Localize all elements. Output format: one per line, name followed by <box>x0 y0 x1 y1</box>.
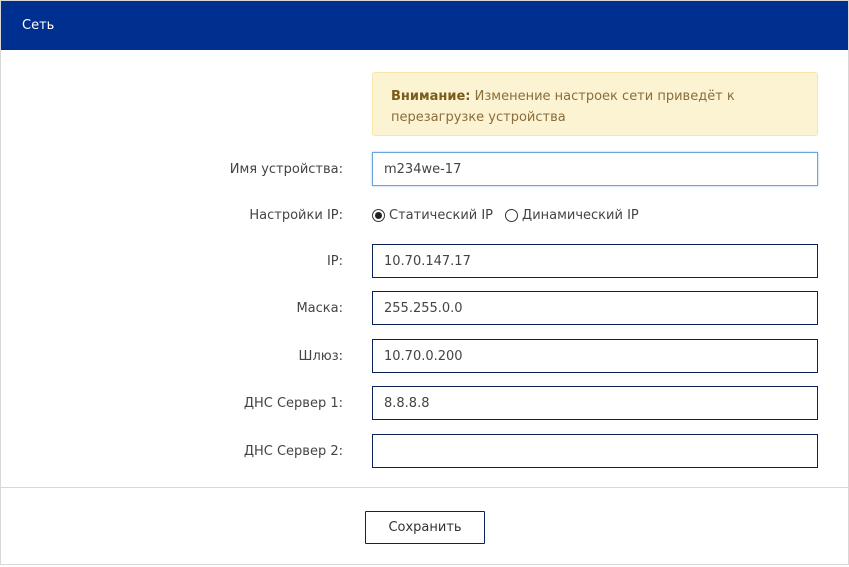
radio-unchecked-icon[interactable] <box>505 208 519 222</box>
device-name-input[interactable] <box>372 152 818 186</box>
mask-input[interactable] <box>372 291 818 325</box>
radio-static-ip-label[interactable]: Статический IP <box>389 208 493 223</box>
radio-dynamic-ip-label[interactable]: Динамический IP <box>522 208 639 223</box>
ip-row: IP: <box>1 244 849 278</box>
gateway-input[interactable] <box>372 339 818 373</box>
dns2-row: ДНС Сервер 2: <box>1 434 849 468</box>
network-settings-panel: Сеть Внимание: Изменение настроек сети п… <box>0 0 849 565</box>
warning-alert: Внимание: Изменение настроек сети привед… <box>372 72 818 136</box>
radio-dynamic-ip[interactable]: Динамический IP <box>505 208 639 223</box>
device-name-row: Имя устройства: <box>1 152 849 186</box>
device-name-label: Имя устройства: <box>229 161 343 177</box>
save-button[interactable]: Сохранить <box>365 511 485 544</box>
dns1-input[interactable] <box>372 386 818 420</box>
footer-divider <box>1 487 848 488</box>
dns2-label: ДНС Сервер 2: <box>243 443 343 459</box>
panel-header: Сеть <box>1 1 848 50</box>
ip-settings-label: Настройки IP: <box>249 207 343 223</box>
gateway-row: Шлюз: <box>1 339 849 373</box>
ip-mode-radio-group: Статический IP Динамический IP <box>372 198 639 232</box>
ip-label: IP: <box>326 253 343 269</box>
radio-checked-icon[interactable] <box>372 208 385 222</box>
ip-input[interactable] <box>372 244 818 278</box>
dns1-label: ДНС Сервер 1: <box>243 395 343 411</box>
mask-row: Маска: <box>1 291 849 325</box>
dns1-row: ДНС Сервер 1: <box>1 386 849 420</box>
panel-title: Сеть <box>22 18 55 33</box>
dns2-input[interactable] <box>372 434 818 468</box>
gateway-label: Шлюз: <box>298 348 343 364</box>
mask-label: Маска: <box>296 300 343 316</box>
ip-settings-row: Настройки IP: Статический IP Динамически… <box>1 198 849 232</box>
alert-strong-text: Внимание: <box>391 89 471 104</box>
radio-static-ip[interactable]: Статический IP <box>372 208 493 223</box>
